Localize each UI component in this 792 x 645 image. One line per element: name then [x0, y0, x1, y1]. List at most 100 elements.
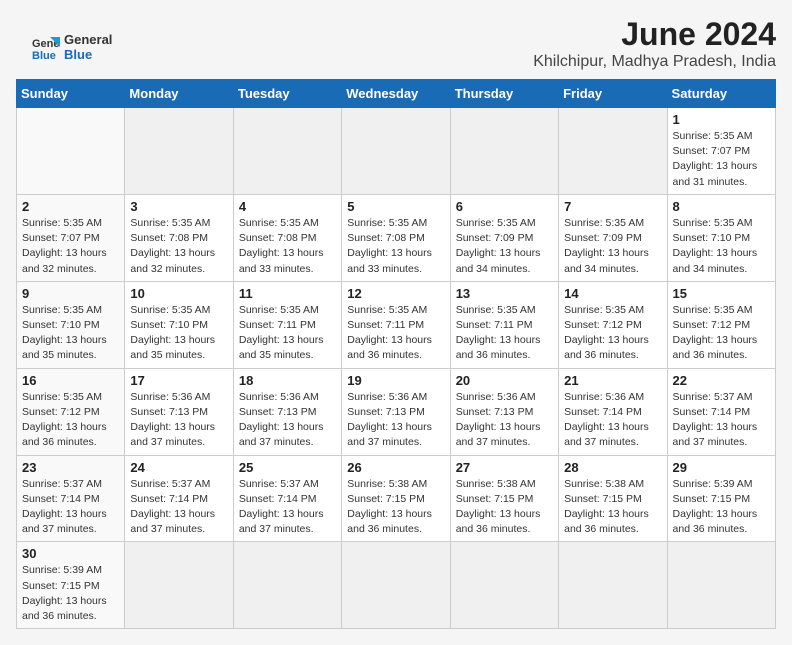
day-number: 17	[130, 373, 227, 388]
header-sunday: Sunday	[17, 80, 125, 108]
calendar-cell: 28 Sunrise: 5:38 AM Sunset: 7:15 PM Dayli…	[559, 455, 667, 542]
day-info: Sunrise: 5:35 AM Sunset: 7:12 PM Dayligh…	[673, 303, 770, 364]
calendar-cell: 30 Sunrise: 5:39 AM Sunset: 7:15 PM Dayli…	[17, 542, 125, 629]
calendar-title: June 2024	[16, 16, 776, 53]
day-number: 3	[130, 199, 227, 214]
day-info: Sunrise: 5:36 AM Sunset: 7:13 PM Dayligh…	[130, 390, 227, 451]
logo-line1: General	[64, 32, 112, 47]
calendar-cell: 22 Sunrise: 5:37 AM Sunset: 7:14 PM Dayli…	[667, 368, 775, 455]
calendar-cell: 17 Sunrise: 5:36 AM Sunset: 7:13 PM Dayli…	[125, 368, 233, 455]
calendar-cell: 6 Sunrise: 5:35 AM Sunset: 7:09 PM Daylig…	[450, 194, 558, 281]
day-number: 19	[347, 373, 444, 388]
calendar-cell	[17, 108, 125, 195]
logo: General Blue General Blue	[32, 32, 112, 62]
day-number: 6	[456, 199, 553, 214]
calendar-cell	[342, 542, 450, 629]
calendar-header: June 2024 Khilchipur, Madhya Pradesh, In…	[16, 16, 776, 71]
day-number: 9	[22, 286, 119, 301]
generalblue-icon: General Blue	[32, 33, 60, 61]
calendar-cell: 2 Sunrise: 5:35 AM Sunset: 7:07 PM Daylig…	[17, 194, 125, 281]
calendar-body: 1 Sunrise: 5:35 AM Sunset: 7:07 PM Daylig…	[17, 108, 776, 629]
calendar-cell: 11 Sunrise: 5:35 AM Sunset: 7:11 PM Dayli…	[233, 281, 341, 368]
day-number: 16	[22, 373, 119, 388]
day-number: 7	[564, 199, 661, 214]
day-info: Sunrise: 5:37 AM Sunset: 7:14 PM Dayligh…	[22, 477, 119, 538]
day-number: 10	[130, 286, 227, 301]
day-info: Sunrise: 5:39 AM Sunset: 7:15 PM Dayligh…	[673, 477, 770, 538]
day-info: Sunrise: 5:38 AM Sunset: 7:15 PM Dayligh…	[347, 477, 444, 538]
day-number: 1	[673, 112, 770, 127]
calendar-table: SundayMondayTuesdayWednesdayThursdayFrid…	[16, 79, 776, 629]
week-row-2: 9 Sunrise: 5:35 AM Sunset: 7:10 PM Daylig…	[17, 281, 776, 368]
day-number: 15	[673, 286, 770, 301]
calendar-cell: 27 Sunrise: 5:38 AM Sunset: 7:15 PM Dayli…	[450, 455, 558, 542]
calendar-cell: 21 Sunrise: 5:36 AM Sunset: 7:14 PM Dayli…	[559, 368, 667, 455]
day-info: Sunrise: 5:35 AM Sunset: 7:10 PM Dayligh…	[673, 216, 770, 277]
day-info: Sunrise: 5:35 AM Sunset: 7:09 PM Dayligh…	[564, 216, 661, 277]
calendar-cell: 9 Sunrise: 5:35 AM Sunset: 7:10 PM Daylig…	[17, 281, 125, 368]
week-row-4: 23 Sunrise: 5:37 AM Sunset: 7:14 PM Dayli…	[17, 455, 776, 542]
day-number: 24	[130, 460, 227, 475]
day-number: 30	[22, 546, 119, 561]
calendar-cell	[559, 108, 667, 195]
calendar-cell	[233, 542, 341, 629]
calendar-cell: 18Sunrise: 5:36 AM Sunset: 7:13 PM Dayli…	[233, 368, 341, 455]
header-wednesday: Wednesday	[342, 80, 450, 108]
day-number: 29	[673, 460, 770, 475]
day-info: Sunrise: 5:36 AM Sunset: 7:13 PM Dayligh…	[239, 390, 336, 451]
calendar-cell: 5 Sunrise: 5:35 AM Sunset: 7:08 PM Daylig…	[342, 194, 450, 281]
day-info: Sunrise: 5:37 AM Sunset: 7:14 PM Dayligh…	[673, 390, 770, 451]
day-number: 27	[456, 460, 553, 475]
day-info: Sunrise: 5:38 AM Sunset: 7:15 PM Dayligh…	[456, 477, 553, 538]
week-row-1: 2 Sunrise: 5:35 AM Sunset: 7:07 PM Daylig…	[17, 194, 776, 281]
calendar-cell: 29 Sunrise: 5:39 AM Sunset: 7:15 PM Dayli…	[667, 455, 775, 542]
calendar-cell: 20Sunrise: 5:36 AM Sunset: 7:13 PM Dayli…	[450, 368, 558, 455]
calendar-cell: 4 Sunrise: 5:35 AM Sunset: 7:08 PM Daylig…	[233, 194, 341, 281]
day-number: 14	[564, 286, 661, 301]
calendar-cell	[233, 108, 341, 195]
calendar-cell	[450, 542, 558, 629]
top-area: General Blue General Blue June 2024 Khil…	[16, 16, 776, 71]
calendar-cell: 26Sunrise: 5:38 AM Sunset: 7:15 PM Dayli…	[342, 455, 450, 542]
header-saturday: Saturday	[667, 80, 775, 108]
day-info: Sunrise: 5:35 AM Sunset: 7:10 PM Dayligh…	[22, 303, 119, 364]
day-info: Sunrise: 5:35 AM Sunset: 7:08 PM Dayligh…	[239, 216, 336, 277]
day-number: 5	[347, 199, 444, 214]
day-info: Sunrise: 5:35 AM Sunset: 7:10 PM Dayligh…	[130, 303, 227, 364]
calendar-cell	[125, 108, 233, 195]
day-number: 23	[22, 460, 119, 475]
day-number: 11	[239, 286, 336, 301]
header-friday: Friday	[559, 80, 667, 108]
day-number: 22	[673, 373, 770, 388]
day-info: Sunrise: 5:38 AM Sunset: 7:15 PM Dayligh…	[564, 477, 661, 538]
day-number: 4	[239, 199, 336, 214]
day-number: 12	[347, 286, 444, 301]
day-number: 28	[564, 460, 661, 475]
day-info: Sunrise: 5:35 AM Sunset: 7:11 PM Dayligh…	[239, 303, 336, 364]
day-number: 8	[673, 199, 770, 214]
calendar-cell: 3 Sunrise: 5:35 AM Sunset: 7:08 PM Daylig…	[125, 194, 233, 281]
svg-text:Blue: Blue	[32, 50, 56, 61]
day-info: Sunrise: 5:35 AM Sunset: 7:09 PM Dayligh…	[456, 216, 553, 277]
calendar-cell	[559, 542, 667, 629]
calendar-cell: 23 Sunrise: 5:37 AM Sunset: 7:14 PM Dayli…	[17, 455, 125, 542]
day-info: Sunrise: 5:35 AM Sunset: 7:11 PM Dayligh…	[347, 303, 444, 364]
day-number: 13	[456, 286, 553, 301]
calendar-cell: 14 Sunrise: 5:35 AM Sunset: 7:12 PM Dayli…	[559, 281, 667, 368]
header-monday: Monday	[125, 80, 233, 108]
week-row-0: 1Sunrise: 5:35 AM Sunset: 7:07 PM Daylig…	[17, 108, 776, 195]
day-info: Sunrise: 5:35 AM Sunset: 7:08 PM Dayligh…	[130, 216, 227, 277]
day-info: Sunrise: 5:35 AM Sunset: 7:12 PM Dayligh…	[564, 303, 661, 364]
day-info: Sunrise: 5:39 AM Sunset: 7:15 PM Dayligh…	[22, 563, 119, 624]
calendar-cell: 1Sunrise: 5:35 AM Sunset: 7:07 PM Daylig…	[667, 108, 775, 195]
day-info: Sunrise: 5:35 AM Sunset: 7:07 PM Dayligh…	[22, 216, 119, 277]
day-info: Sunrise: 5:36 AM Sunset: 7:14 PM Dayligh…	[564, 390, 661, 451]
calendar-cell: 7 Sunrise: 5:35 AM Sunset: 7:09 PM Daylig…	[559, 194, 667, 281]
day-info: Sunrise: 5:35 AM Sunset: 7:08 PM Dayligh…	[347, 216, 444, 277]
day-number: 2	[22, 199, 119, 214]
day-number: 21	[564, 373, 661, 388]
day-number: 25	[239, 460, 336, 475]
day-info: Sunrise: 5:36 AM Sunset: 7:13 PM Dayligh…	[347, 390, 444, 451]
header-thursday: Thursday	[450, 80, 558, 108]
week-row-3: 16Sunrise: 5:35 AM Sunset: 7:12 PM Dayli…	[17, 368, 776, 455]
